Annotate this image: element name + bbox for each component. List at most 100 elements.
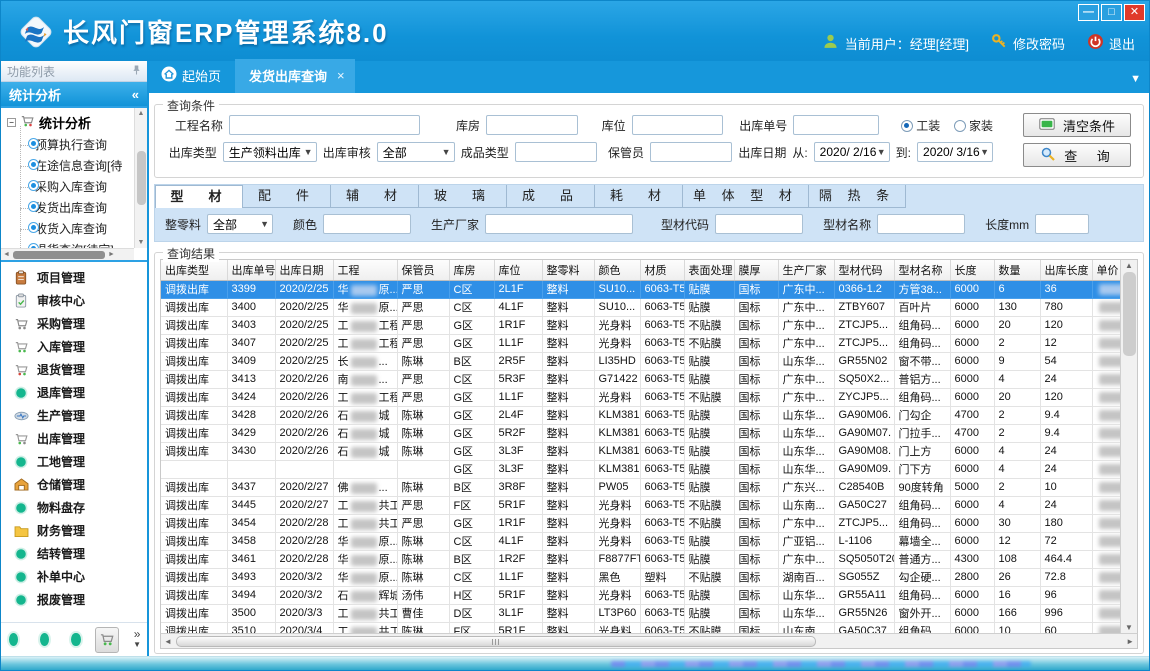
sidebar-item-inventory-check[interactable]: 物料盘存 bbox=[1, 496, 147, 519]
column-header-表面处理[interactable]: 表面处理 bbox=[684, 260, 734, 280]
table-row[interactable]: 调拨出库34942020/3/2石辉城汤伟H区5R1F整料光身料6063-T5贴… bbox=[161, 586, 1120, 604]
table-row[interactable]: 调拨出库34302020/2/26石城陈琳G区3L3F整料KLM38176063… bbox=[161, 442, 1120, 460]
date-to-picker[interactable]: 2020/ 3/16▼ bbox=[917, 142, 993, 162]
sidebar-section-statistics[interactable]: 统计分析 « bbox=[1, 82, 147, 106]
column-header-型材名称[interactable]: 型材名称 bbox=[894, 260, 950, 280]
sidebar-item-return-store-mgmt[interactable]: 退库管理 bbox=[1, 381, 147, 404]
scroll-right-icon[interactable]: ► bbox=[1126, 637, 1134, 646]
tab-list-dropdown-icon[interactable]: ▼ bbox=[1130, 73, 1141, 85]
project-name-input[interactable] bbox=[229, 115, 420, 135]
clear-conditions-button[interactable]: 清空条件 bbox=[1023, 113, 1131, 137]
sidebar-item-inbound-mgmt[interactable]: 入库管理 bbox=[1, 335, 147, 358]
column-header-保管员[interactable]: 保管员 bbox=[397, 260, 449, 280]
column-header-库位[interactable]: 库位 bbox=[494, 260, 542, 280]
tree-item-在途信息查询[待[interactable]: 在途信息查询[待 bbox=[15, 155, 133, 176]
sidebar-item-scrap-mgmt[interactable]: 报废管理 bbox=[1, 588, 147, 611]
whole-part-select[interactable]: 全部▼ bbox=[207, 214, 273, 234]
material-tab-7[interactable]: 隔 热 条 bbox=[809, 185, 906, 208]
table-row[interactable]: 调拨出库34072020/2/25工工程严思G区1L1F整料光身料6063-T5… bbox=[161, 334, 1120, 352]
column-header-整零料[interactable]: 整零料 bbox=[542, 260, 594, 280]
material-tab-2[interactable]: 辅 材 bbox=[331, 185, 419, 208]
tree-item-收货入库查询[interactable]: 收货入库查询 bbox=[15, 218, 133, 239]
audit-select[interactable]: 全部▼ bbox=[377, 142, 455, 162]
column-header-单价[interactable]: 单价 bbox=[1092, 260, 1120, 280]
profile-code-input[interactable] bbox=[715, 214, 803, 234]
sidebar-item-audit-center[interactable]: 审核中心 bbox=[1, 289, 147, 312]
tree-vertical-scrollbar[interactable]: ▲ ▼ bbox=[134, 108, 147, 248]
scroll-left-icon[interactable]: ◄ bbox=[164, 637, 172, 646]
table-row[interactable]: 调拨出库35102020/3/4工共工程陈琳F区5R1F整料光身料6063-T5… bbox=[161, 622, 1120, 633]
product-type-input[interactable] bbox=[515, 142, 597, 162]
pin-icon[interactable] bbox=[132, 64, 141, 79]
column-header-工程[interactable]: 工程 bbox=[333, 260, 397, 280]
table-row[interactable]: 调拨出库34542020/2/28工共工程严思G区1R1F整料光身料6063-T… bbox=[161, 514, 1120, 532]
sidebar-item-site-mgmt[interactable]: 工地管理 bbox=[1, 450, 147, 473]
sidebar-item-carryover-mgmt[interactable]: 结转管理 bbox=[1, 542, 147, 565]
table-row[interactable]: 调拨出库34612020/2/28华原...陈琳B区1R2F整料F8877FT6… bbox=[161, 550, 1120, 568]
scroll-left-icon[interactable]: ◄ bbox=[3, 251, 10, 258]
column-header-出库日期[interactable]: 出库日期 bbox=[275, 260, 333, 280]
sidebar-item-finance-mgmt[interactable]: 财务管理 bbox=[1, 519, 147, 542]
close-button[interactable]: ✕ bbox=[1124, 4, 1145, 21]
material-tab-0[interactable]: 型 材 bbox=[155, 185, 243, 208]
warehouse-input[interactable] bbox=[486, 115, 578, 135]
scroll-down-icon[interactable]: ▼ bbox=[138, 239, 145, 246]
footer-cart-button[interactable] bbox=[95, 627, 120, 653]
scroll-up-icon[interactable]: ▲ bbox=[138, 110, 145, 117]
column-header-出库类型[interactable]: 出库类型 bbox=[161, 260, 227, 280]
footer-dot-icon[interactable] bbox=[40, 633, 49, 646]
footer-dot-icon[interactable] bbox=[9, 633, 18, 646]
tab-shipping-outbound-query[interactable]: 发货出库查询 × bbox=[235, 59, 355, 93]
order-no-input[interactable] bbox=[793, 115, 879, 135]
tree-root-statistics[interactable]: − 统计分析 bbox=[5, 110, 133, 134]
column-header-出库单号[interactable]: 出库单号 bbox=[227, 260, 275, 280]
sidebar-item-returns-mgmt[interactable]: 退货管理 bbox=[1, 358, 147, 381]
material-tab-6[interactable]: 单 体 型 材 bbox=[683, 185, 809, 208]
change-password-button[interactable]: 修改密码 bbox=[991, 33, 1065, 53]
more-sections-button[interactable]: »▼ bbox=[133, 630, 141, 649]
tree-expander-icon[interactable]: − bbox=[7, 118, 16, 127]
sidebar-item-production-mgmt[interactable]: 生产管理 bbox=[1, 404, 147, 427]
scroll-up-icon[interactable]: ▲ bbox=[1125, 261, 1133, 270]
table-vertical-scrollbar[interactable]: ▲ ▼ bbox=[1120, 260, 1137, 633]
length-input[interactable] bbox=[1035, 214, 1089, 234]
tree-horizontal-scrollbar[interactable]: ◄ ► bbox=[1, 248, 134, 260]
material-tab-1[interactable]: 配 件 bbox=[243, 185, 331, 208]
color-input[interactable] bbox=[323, 214, 411, 234]
table-row[interactable]: 调拨出库34282020/2/26石城陈琳G区2L4F整料KLM38176063… bbox=[161, 406, 1120, 424]
radio-home[interactable] bbox=[954, 120, 966, 132]
table-row[interactable]: 调拨出库34932020/3/2华原...陈琳C区1L1F整料黑色塑料不贴膜国标… bbox=[161, 568, 1120, 586]
scroll-right-icon[interactable]: ► bbox=[108, 251, 115, 258]
column-header-长度[interactable]: 长度 bbox=[950, 260, 994, 280]
search-button[interactable]: 查 询 bbox=[1023, 143, 1131, 167]
table-row[interactable]: 调拨出库34092020/2/25长...陈琳B区2R5F整料LI35HD606… bbox=[161, 352, 1120, 370]
sidebar-item-purchase-mgmt[interactable]: 采购管理 bbox=[1, 312, 147, 335]
column-header-颜色[interactable]: 颜色 bbox=[594, 260, 640, 280]
logout-button[interactable]: 退出 bbox=[1087, 33, 1135, 53]
sidebar-item-warehouse-mgmt[interactable]: 仓储管理 bbox=[1, 473, 147, 496]
material-tab-4[interactable]: 成 品 bbox=[507, 185, 595, 208]
material-tab-3[interactable]: 玻 璃 bbox=[419, 185, 507, 208]
table-row[interactable]: 调拨出库34132020/2/26南...严思C区5R3F整料G71422606… bbox=[161, 370, 1120, 388]
table-row[interactable]: 调拨出库34292020/2/26石城陈琳G区5R2F整料KLM38176063… bbox=[161, 424, 1120, 442]
table-row[interactable]: 调拨出库33992020/2/25华原...严思C区2L1F整料SU10...6… bbox=[161, 280, 1120, 298]
keeper-input[interactable] bbox=[650, 142, 732, 162]
maximize-button[interactable]: □ bbox=[1101, 4, 1122, 21]
scroll-down-icon[interactable]: ▼ bbox=[1125, 623, 1133, 632]
column-header-型材代码[interactable]: 型材代码 bbox=[834, 260, 894, 280]
table-horizontal-scrollbar[interactable]: ◄ ► bbox=[160, 633, 1138, 649]
manufacturer-input[interactable] bbox=[485, 214, 633, 234]
location-input[interactable] bbox=[632, 115, 724, 135]
tree-item-采购入库查询[interactable]: 采购入库查询 bbox=[15, 176, 133, 197]
date-from-picker[interactable]: 2020/ 2/16▼ bbox=[814, 142, 890, 162]
column-header-材质[interactable]: 材质 bbox=[640, 260, 684, 280]
column-header-出库长度[interactable]: 出库长度 bbox=[1040, 260, 1092, 280]
sidebar-item-project-mgmt[interactable]: 项目管理 bbox=[1, 266, 147, 289]
table-row[interactable]: 调拨出库34372020/2/27佛...陈琳B区3R8F整料PW056063-… bbox=[161, 478, 1120, 496]
column-header-数量[interactable]: 数量 bbox=[994, 260, 1040, 280]
sidebar-item-outbound-mgmt[interactable]: 出库管理 bbox=[1, 427, 147, 450]
scroll-thumb[interactable] bbox=[176, 636, 816, 647]
radio-work[interactable] bbox=[901, 120, 913, 132]
table-row[interactable]: 调拨出库34452020/2/27工共工程严思F区5R1F整料光身料6063-T… bbox=[161, 496, 1120, 514]
column-header-膜厚[interactable]: 膜厚 bbox=[734, 260, 778, 280]
